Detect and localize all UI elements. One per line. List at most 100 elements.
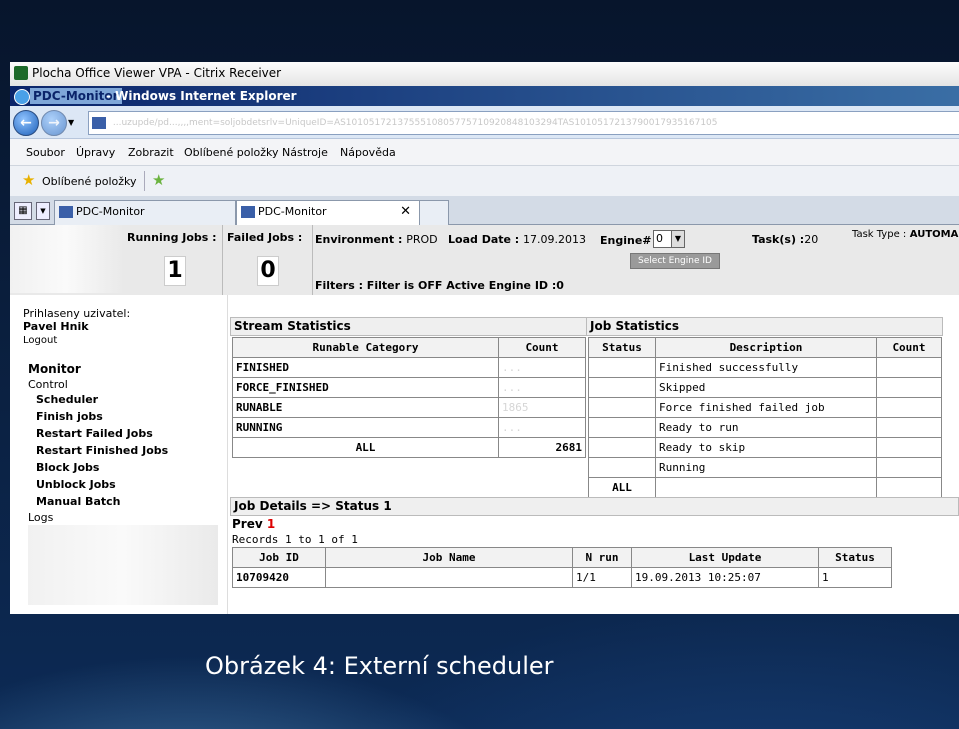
table-header: Runable Category (232, 337, 499, 358)
blurred-logo (10, 225, 122, 293)
table-header: N run (572, 547, 632, 568)
job-description: Ready to run (655, 417, 877, 438)
table-row: FINISHED... (232, 357, 586, 378)
job-description: Finished successfully (655, 357, 877, 378)
forward-arrow-icon[interactable]: → (41, 110, 67, 136)
address-url: ...uzupde/pd...,,,,ment=soljobdetsrlv=Un… (112, 118, 718, 128)
prev-link[interactable]: Prev (232, 517, 263, 531)
environment-label: Environment : (315, 233, 403, 246)
ie-title-text: - Windows Internet Explorer (106, 89, 297, 103)
stream-category: FINISHED (232, 357, 499, 378)
nav-restart-finished-jobs[interactable]: Restart Finished Jobs (36, 444, 168, 457)
engine-select[interactable]: 0 ▼ (653, 230, 685, 248)
menu-napoveda[interactable]: Nápověda (340, 146, 396, 159)
nav-manual-batch[interactable]: Manual Batch (36, 495, 120, 508)
menu-oblibene[interactable]: Oblíbené položky (184, 146, 279, 159)
table-header: Description (655, 337, 877, 358)
menu-soubor[interactable]: Soubor (26, 146, 65, 159)
select-engine-button[interactable]: Select Engine ID (630, 253, 720, 269)
stream-stats-table: Runable Category Count FINISHED... FORCE_… (232, 337, 586, 458)
table-header: Count (498, 337, 586, 358)
stream-category: FORCE_FINISHED (232, 377, 499, 398)
close-tab-icon[interactable]: ✕ (400, 201, 411, 223)
nav-block-jobs[interactable]: Block Jobs (36, 461, 99, 474)
back-arrow-icon[interactable]: ← (13, 110, 39, 136)
menu-zobrazit[interactable]: Zobrazit (128, 146, 174, 159)
add-favorite-icon[interactable]: ★ (152, 173, 165, 188)
menu-bar: Soubor Úpravy Zobrazit Oblíbené položky … (10, 139, 959, 166)
table-row: Ready to run (588, 417, 942, 438)
sidebar: Prihlaseny uzivatel: Pavel Hnik Logout M… (10, 295, 227, 614)
tab-list-icon[interactable]: ▼ (36, 202, 50, 220)
table-header: Status (818, 547, 892, 568)
filters-line: Filters : Filter is OFF Active Engine ID… (315, 279, 564, 292)
citrix-title: Plocha Office Viewer VPA - Citrix Receiv… (32, 66, 282, 80)
address-toolbar: ← → ▼ ...uzupde/pd...,,,,ment=soljobdets… (10, 106, 959, 139)
job-details-table: Job ID Job Name N run Last Update Status… (232, 547, 892, 588)
tab-favicon (59, 206, 73, 218)
table-header: Count (876, 337, 942, 358)
job-nrun: 1/1 (572, 567, 632, 588)
stream-total-count: 2681 (498, 437, 586, 458)
table-row: Running (588, 457, 942, 478)
job-count (876, 417, 942, 438)
tab-label: PDC-Monitor (258, 205, 327, 218)
job-description: Ready to skip (655, 437, 877, 458)
load-date-label: Load Date : (448, 233, 520, 246)
header-divider (312, 225, 313, 295)
tab-favicon (241, 206, 255, 218)
menu-nastroje[interactable]: Nástroje (282, 146, 328, 159)
ie-titlebar: PDC-Monitor - Windows Internet Explorer (10, 86, 959, 106)
table-row: Skipped (588, 377, 942, 398)
ie-icon (14, 89, 30, 105)
nav-unblock-jobs[interactable]: Unblock Jobs (36, 478, 116, 491)
nav-dropdown-icon[interactable]: ▼ (68, 118, 74, 127)
logout-link[interactable]: Logout (23, 335, 57, 346)
tab-bar: ▦ ▼ PDC-Monitor PDC-Monitor ✕ (10, 196, 959, 225)
table-row: FORCE_FINISHED... (232, 377, 586, 398)
address-bar[interactable]: ...uzupde/pd...,,,,ment=soljobdetsrlv=Un… (88, 111, 959, 135)
load-date-value: 17.09.2013 (523, 233, 587, 246)
tab-pdc-monitor-1[interactable]: PDC-Monitor (54, 200, 236, 225)
running-jobs-count: 1 (164, 256, 186, 286)
table-row: 10709420 1/1 19.09.2013 10:25:07 1 (232, 567, 892, 588)
main-content: Stream Statistics Runable Category Count … (227, 295, 959, 614)
job-count (876, 397, 942, 418)
favorites-button[interactable]: Oblíbené položky (42, 175, 137, 188)
nav-monitor[interactable]: Monitor (28, 362, 81, 376)
slide-caption: Obrázek 4: Externí scheduler (205, 652, 554, 680)
failed-jobs-label: Failed Jobs : (227, 231, 303, 244)
job-count (876, 457, 942, 478)
tab-pdc-monitor-2[interactable]: PDC-Monitor ✕ (236, 200, 420, 225)
nav-finish-jobs[interactable]: Finish jobs (36, 410, 103, 423)
job-count (876, 357, 942, 378)
favorites-star-icon[interactable]: ★ (22, 173, 35, 188)
menu-upravy[interactable]: Úpravy (76, 146, 115, 159)
job-description: Skipped (655, 377, 877, 398)
quick-tabs-icon[interactable]: ▦ (14, 202, 32, 220)
tasks-label: Task(s) : (752, 233, 805, 246)
nav-restart-failed-jobs[interactable]: Restart Failed Jobs (36, 427, 153, 440)
nav-logs[interactable]: Logs (28, 511, 53, 524)
job-stats-table: Status Description Count Finished successf… (588, 337, 942, 498)
nav-control[interactable]: Control (28, 378, 68, 391)
job-id[interactable]: 10709420 (232, 567, 326, 588)
task-type-label: Task Type : (852, 229, 907, 240)
nav-scheduler[interactable]: Scheduler (36, 393, 98, 406)
page-number[interactable]: 1 (267, 517, 275, 531)
stream-count: ... (498, 417, 586, 438)
new-tab-button[interactable] (419, 200, 449, 225)
table-row: Finished successfully (588, 357, 942, 378)
job-status (588, 457, 656, 478)
citrix-icon (14, 66, 28, 80)
job-status (588, 357, 656, 378)
table-row: RUNABLE 1865 (232, 397, 586, 418)
job-status (588, 377, 656, 398)
job-total-desc (655, 477, 877, 498)
engine-select-value: 0 (656, 232, 663, 245)
citrix-titlebar: Plocha Office Viewer VPA - Citrix Receiv… (10, 62, 959, 87)
table-header: Status (588, 337, 656, 358)
table-header: Job ID (232, 547, 326, 568)
table-header: Job Name (325, 547, 573, 568)
job-description: Force finished failed job (655, 397, 877, 418)
